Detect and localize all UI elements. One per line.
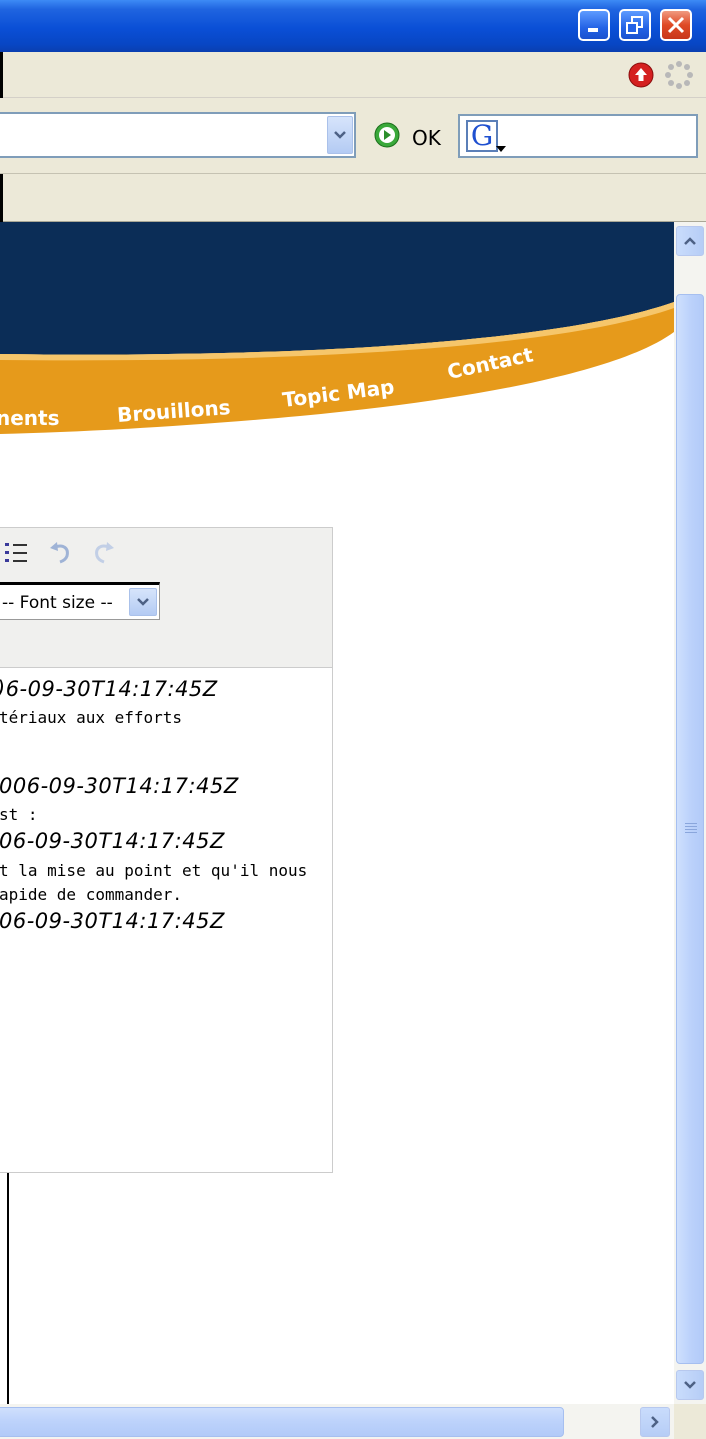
restore-button[interactable] xyxy=(619,9,651,41)
menu-bar xyxy=(0,52,706,98)
alert-icon[interactable] xyxy=(628,62,654,88)
chevron-up-icon xyxy=(684,237,696,245)
scroll-up-button[interactable] xyxy=(676,226,704,256)
chevron-down-icon xyxy=(334,131,346,139)
thumb-grip xyxy=(685,826,697,827)
minimize-button[interactable] xyxy=(578,9,610,41)
vertical-scroll-thumb[interactable] xyxy=(676,294,704,1364)
vertical-scrollbar[interactable] xyxy=(674,222,706,1404)
page-content: nents Brouillons Topic Map Contact -- Fo… xyxy=(0,222,674,1404)
google-search-box[interactable]: G xyxy=(458,114,698,158)
content-line: apide de commander. xyxy=(0,885,183,904)
font-size-select[interactable]: -- Font size -- xyxy=(0,582,160,620)
timestamp-line: 06-09-30T14:17:45Z xyxy=(0,909,225,933)
horizontal-scroll-thumb[interactable] xyxy=(0,1407,564,1437)
title-bar xyxy=(0,0,706,52)
window-edge xyxy=(0,52,3,98)
undo-icon[interactable] xyxy=(47,540,73,566)
timestamp-line: )6-09-30T14:17:45Z xyxy=(0,677,218,701)
content-line: st : xyxy=(0,805,38,824)
rich-text-editor: -- Font size -- )6-09-30T14:17:45Z téria… xyxy=(0,527,333,1173)
throbber-icon xyxy=(665,61,693,89)
restore-icon xyxy=(626,16,643,34)
search-engine-dropdown-icon[interactable] xyxy=(496,146,506,152)
nav-item-documents[interactable]: nents xyxy=(0,406,60,430)
redo-icon[interactable] xyxy=(91,540,117,566)
content-line: t la mise au point et qu'il nous xyxy=(0,861,308,880)
chevron-right-icon xyxy=(651,1416,659,1428)
horizontal-scrollbar[interactable] xyxy=(0,1404,674,1439)
timestamp-line: 06-09-30T14:17:45Z xyxy=(0,829,225,853)
timestamp-line: 006-09-30T14:17:45Z xyxy=(0,774,239,798)
go-button-label[interactable]: OK xyxy=(412,126,441,150)
thumb-grip xyxy=(685,829,697,830)
minimize-icon xyxy=(588,28,598,32)
close-icon xyxy=(667,16,685,34)
scrollbar-corner xyxy=(674,1404,706,1439)
editor-content[interactable]: )6-09-30T14:17:45Z tériaux aux efforts 0… xyxy=(0,669,332,1172)
site-banner xyxy=(0,222,674,462)
close-button[interactable] xyxy=(660,9,692,41)
scroll-right-button[interactable] xyxy=(640,1407,670,1437)
thumb-grip xyxy=(685,832,697,833)
browser-window: OK G nents Brouillons Topic Map Contact xyxy=(0,0,706,1439)
links-toolbar xyxy=(0,174,706,222)
window-edge xyxy=(0,174,3,222)
google-icon[interactable]: G xyxy=(466,120,498,152)
chevron-down-icon xyxy=(684,1381,696,1389)
go-arrow-icon[interactable] xyxy=(374,122,400,148)
numbered-list-icon[interactable] xyxy=(5,542,33,564)
address-input[interactable] xyxy=(0,112,356,158)
content-line: tériaux aux efforts xyxy=(0,708,183,727)
chevron-down-icon xyxy=(137,598,149,606)
address-dropdown-button[interactable] xyxy=(327,116,353,154)
scroll-down-button[interactable] xyxy=(676,1370,704,1400)
thumb-grip xyxy=(685,823,697,824)
font-size-dropdown-button[interactable] xyxy=(129,588,157,616)
editor-toolbar: -- Font size -- xyxy=(0,528,332,668)
font-size-select-value: -- Font size -- xyxy=(2,593,113,613)
